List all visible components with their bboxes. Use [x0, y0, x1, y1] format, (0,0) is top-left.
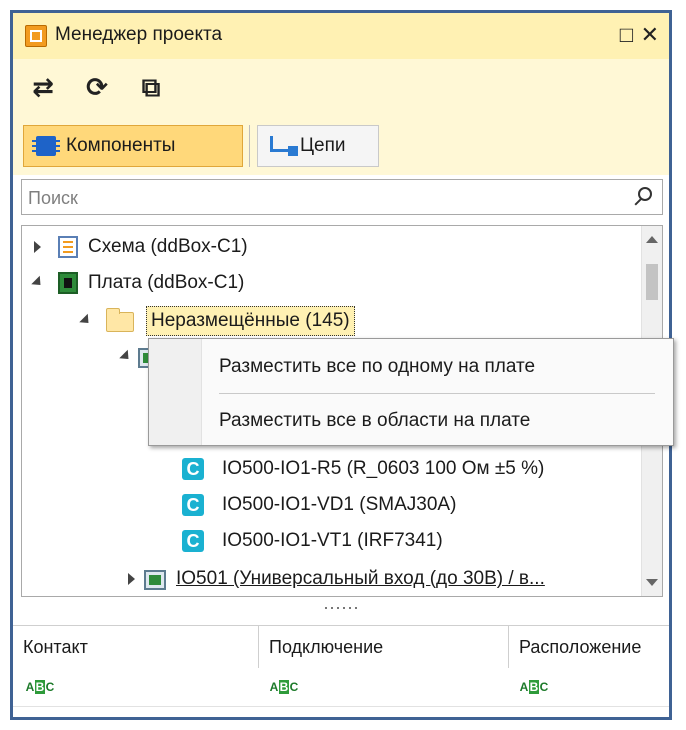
copy-window-icon[interactable]: ⧉: [137, 73, 165, 101]
menu-icon-gutter: [149, 339, 202, 445]
table-row[interactable]: ABC ABC ABC: [13, 668, 669, 707]
component-c-icon: C: [182, 458, 204, 480]
schema-icon: [58, 236, 78, 258]
toolbar: ⇄ ⟳ ⧉: [13, 59, 669, 117]
tree-item-label: IO500-IO1-VT1 (IRF7341): [222, 530, 443, 551]
component-c-icon: C: [182, 494, 204, 516]
window-title: Менеджер проекта: [55, 24, 223, 45]
maximize-button[interactable]: □: [620, 22, 633, 48]
module-icon: [144, 570, 166, 590]
contacts-grid-header: Контакт Подключение Расположение: [13, 625, 669, 669]
close-button[interactable]: ✕: [641, 22, 659, 48]
menu-item-place-in-area[interactable]: Разместить все в области на плате: [219, 399, 659, 443]
expand-arrow-icon[interactable]: [34, 241, 41, 253]
tree-item-component[interactable]: C IO500-IO1-VT1 (IRF7341): [182, 526, 642, 556]
tree-item-component[interactable]: C IO500-IO1-R5 (R_0603 100 Ом ±5 %): [182, 454, 642, 484]
tree-item-label: Неразмещённые (145): [146, 306, 355, 336]
abc-filter-icon[interactable]: ABC: [25, 680, 55, 694]
tree-item-board[interactable]: Плата (ddBox-C1): [31, 268, 632, 298]
project-manager-icon: [25, 25, 47, 47]
swap-arrows-icon[interactable]: ⇄: [29, 73, 57, 101]
refresh-icon[interactable]: ⟳: [83, 73, 111, 101]
tab-bar: Компоненты Цепи: [13, 117, 669, 175]
search-icon[interactable]: [638, 187, 652, 201]
tree-item-module[interactable]: IO501 (Универсальный вход (до 30В) / в..…: [126, 564, 642, 594]
collapse-arrow-icon[interactable]: [119, 349, 133, 364]
expand-arrow-icon[interactable]: [128, 573, 135, 585]
tree-item-label: Плата (ddBox-C1): [88, 272, 245, 293]
column-header-connection[interactable]: Подключение: [259, 626, 509, 668]
scroll-up-arrow-icon[interactable]: [646, 236, 658, 243]
folder-icon: [106, 308, 134, 332]
menu-separator: [219, 393, 655, 394]
component-icon: [32, 136, 60, 156]
tab-components-label: Компоненты: [66, 135, 176, 156]
tree-item-label: IO500-IO1-VD1 (SMAJ30A): [222, 494, 457, 515]
tree-item-component[interactable]: C IO500-IO1-VD1 (SMAJ30A): [182, 490, 642, 520]
title-bar: Менеджер проекта □ ✕: [13, 13, 669, 60]
scroll-down-arrow-icon[interactable]: [646, 579, 658, 586]
column-header-contact[interactable]: Контакт: [13, 626, 259, 668]
collapse-arrow-icon[interactable]: [79, 313, 93, 328]
abc-filter-icon[interactable]: ABC: [269, 680, 299, 694]
tab-separator: [249, 125, 250, 167]
board-icon: [58, 272, 78, 294]
column-header-location[interactable]: Расположение: [509, 626, 669, 668]
collapse-arrow-icon[interactable]: [31, 275, 45, 290]
tab-nets-label: Цепи: [300, 135, 346, 156]
tab-nets[interactable]: Цепи: [257, 125, 379, 167]
tree-item-label: IO501 (Универсальный вход (до 30В) / в..…: [176, 568, 545, 589]
tree-item-label: IO500-IO1-R5 (R_0603 100 Ом ±5 %): [222, 458, 545, 479]
search-box: [21, 179, 663, 215]
net-icon: [270, 136, 298, 156]
context-menu: Разместить все по одному на плате Размес…: [148, 338, 674, 446]
tree-item-unplaced[interactable]: Неразмещённые (145): [79, 306, 640, 336]
component-c-icon: C: [182, 530, 204, 552]
menu-item-place-one-by-one[interactable]: Разместить все по одному на плате: [219, 345, 659, 389]
tab-components[interactable]: Компоненты: [23, 125, 243, 167]
search-input[interactable]: [26, 182, 630, 214]
tree-item-label: Схема (ddBox-C1): [88, 236, 248, 257]
panel-splitter[interactable]: [325, 605, 365, 613]
scroll-thumb[interactable]: [646, 264, 658, 300]
tree-item-schema[interactable]: Схема (ddBox-C1): [32, 232, 632, 262]
abc-filter-icon[interactable]: ABC: [519, 680, 549, 694]
